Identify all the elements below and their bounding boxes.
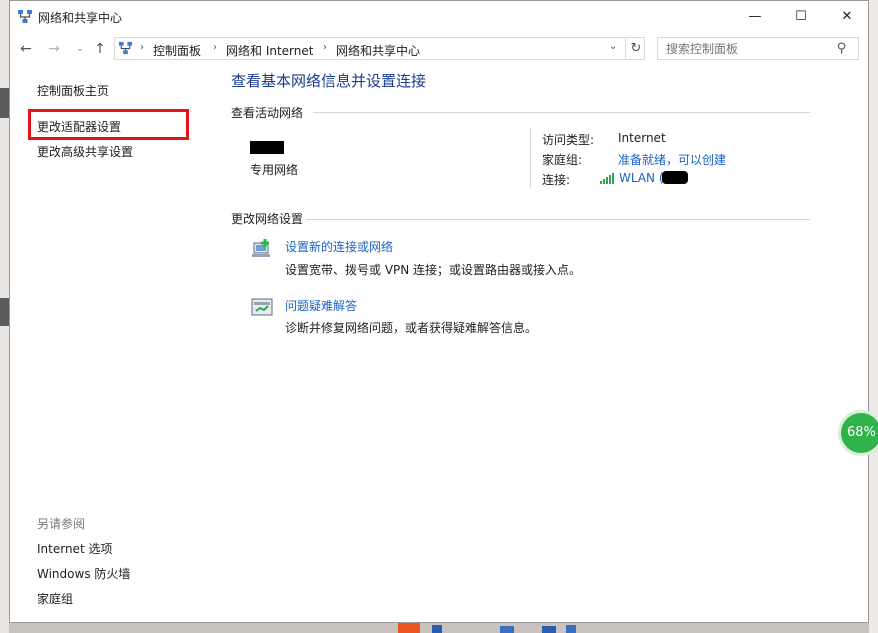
change-advanced-sharing-link[interactable]: 更改高级共享设置 <box>37 143 133 160</box>
navigation-bar: ← → ⌄ ↑ › 控制面板 › 网络和 Internet › 网络和共享中心 … <box>10 35 868 63</box>
homegroup-link[interactable]: 家庭组 <box>37 590 73 607</box>
homegroup-label: 家庭组: <box>542 153 583 167</box>
windows-firewall-link[interactable]: Windows 防火墙 <box>37 565 130 582</box>
recent-locations-chevron-icon[interactable]: ⌄ <box>70 39 90 59</box>
setup-new-connection-link[interactable]: 设置新的连接或网络 <box>285 238 393 255</box>
setup-new-connection-description: 设置宽带、拨号或 VPN 连接；或设置路由器或接入点。 <box>285 263 582 277</box>
breadcrumb-network-sharing-center[interactable]: 网络和共享中心 <box>336 42 420 59</box>
wifi-signal-icon <box>600 173 614 184</box>
network-category: 专用网络 <box>250 163 299 177</box>
up-arrow-icon[interactable]: ↑ <box>90 39 110 59</box>
homegroup-status-link[interactable]: 准备就绪，可以创建 <box>618 151 726 168</box>
wlan-connection-link[interactable]: WLAN ( <box>619 171 664 185</box>
desktop-background-right <box>869 0 878 633</box>
minimize-button[interactable]: — <box>732 1 778 32</box>
section-divider <box>306 219 810 220</box>
close-button[interactable]: ✕ <box>824 1 870 32</box>
search-input[interactable] <box>657 37 859 60</box>
maximize-button[interactable]: ☐ <box>778 1 824 32</box>
active-networks-heading: 查看活动网络 <box>231 106 304 120</box>
breadcrumb-separator[interactable]: › <box>323 42 327 53</box>
change-network-settings-heading: 更改网络设置 <box>231 212 304 226</box>
troubleshoot-problems-description: 诊断并修复网络问题，或者获得疑难解答信息。 <box>285 321 538 335</box>
breadcrumb-network-internet[interactable]: 网络和 Internet <box>226 42 313 59</box>
new-connection-icon <box>252 239 270 257</box>
change-adapter-settings-link[interactable]: 更改适配器设置 <box>37 118 121 135</box>
network-name-redacted <box>250 141 284 154</box>
network-icon <box>18 10 32 23</box>
internet-options-link[interactable]: Internet 选项 <box>37 540 112 557</box>
section-divider <box>313 112 810 113</box>
taskbar-tray-icons <box>398 623 576 633</box>
breadcrumb-control-panel[interactable]: 控制面板 <box>153 42 201 59</box>
refresh-icon[interactable]: ↻ <box>625 38 646 59</box>
page-title: 查看基本网络信息并设置连接 <box>231 72 427 90</box>
troubleshoot-icon <box>251 298 273 316</box>
breadcrumb-separator[interactable]: › <box>213 42 217 53</box>
address-dropdown-chevron-icon[interactable]: ⌄ <box>609 41 617 52</box>
access-type-label: 访问类型: <box>542 133 595 147</box>
window-title: 网络和共享中心 <box>38 11 123 25</box>
search-icon[interactable]: ⚲ <box>837 41 847 56</box>
desktop-strip <box>0 88 9 118</box>
desktop-strip <box>0 298 9 326</box>
access-type-value: Internet <box>618 131 666 145</box>
network-sharing-center-window: 网络和共享中心 — ☐ ✕ ← → ⌄ ↑ › 控制面板 › 网络和 Inter… <box>9 0 869 623</box>
see-also-heading: 另请参阅 <box>37 517 86 531</box>
title-bar[interactable]: 网络和共享中心 — ☐ ✕ <box>10 1 868 32</box>
breadcrumb-separator: › <box>140 42 144 53</box>
network-icon <box>118 41 133 55</box>
connection-label: 连接: <box>542 173 571 187</box>
control-panel-home-link[interactable]: 控制面板主页 <box>37 82 109 99</box>
forward-arrow-icon[interactable]: → <box>44 39 64 59</box>
back-arrow-icon[interactable]: ← <box>16 39 36 59</box>
wlan-name-redacted <box>662 171 688 184</box>
troubleshoot-problems-link[interactable]: 问题疑难解答 <box>285 297 357 314</box>
address-bar[interactable]: › 控制面板 › 网络和 Internet › 网络和共享中心 ⌄ ↻ <box>114 37 645 60</box>
battery-percentage-badge[interactable]: 68% <box>838 410 878 456</box>
network-info-divider <box>530 128 531 188</box>
